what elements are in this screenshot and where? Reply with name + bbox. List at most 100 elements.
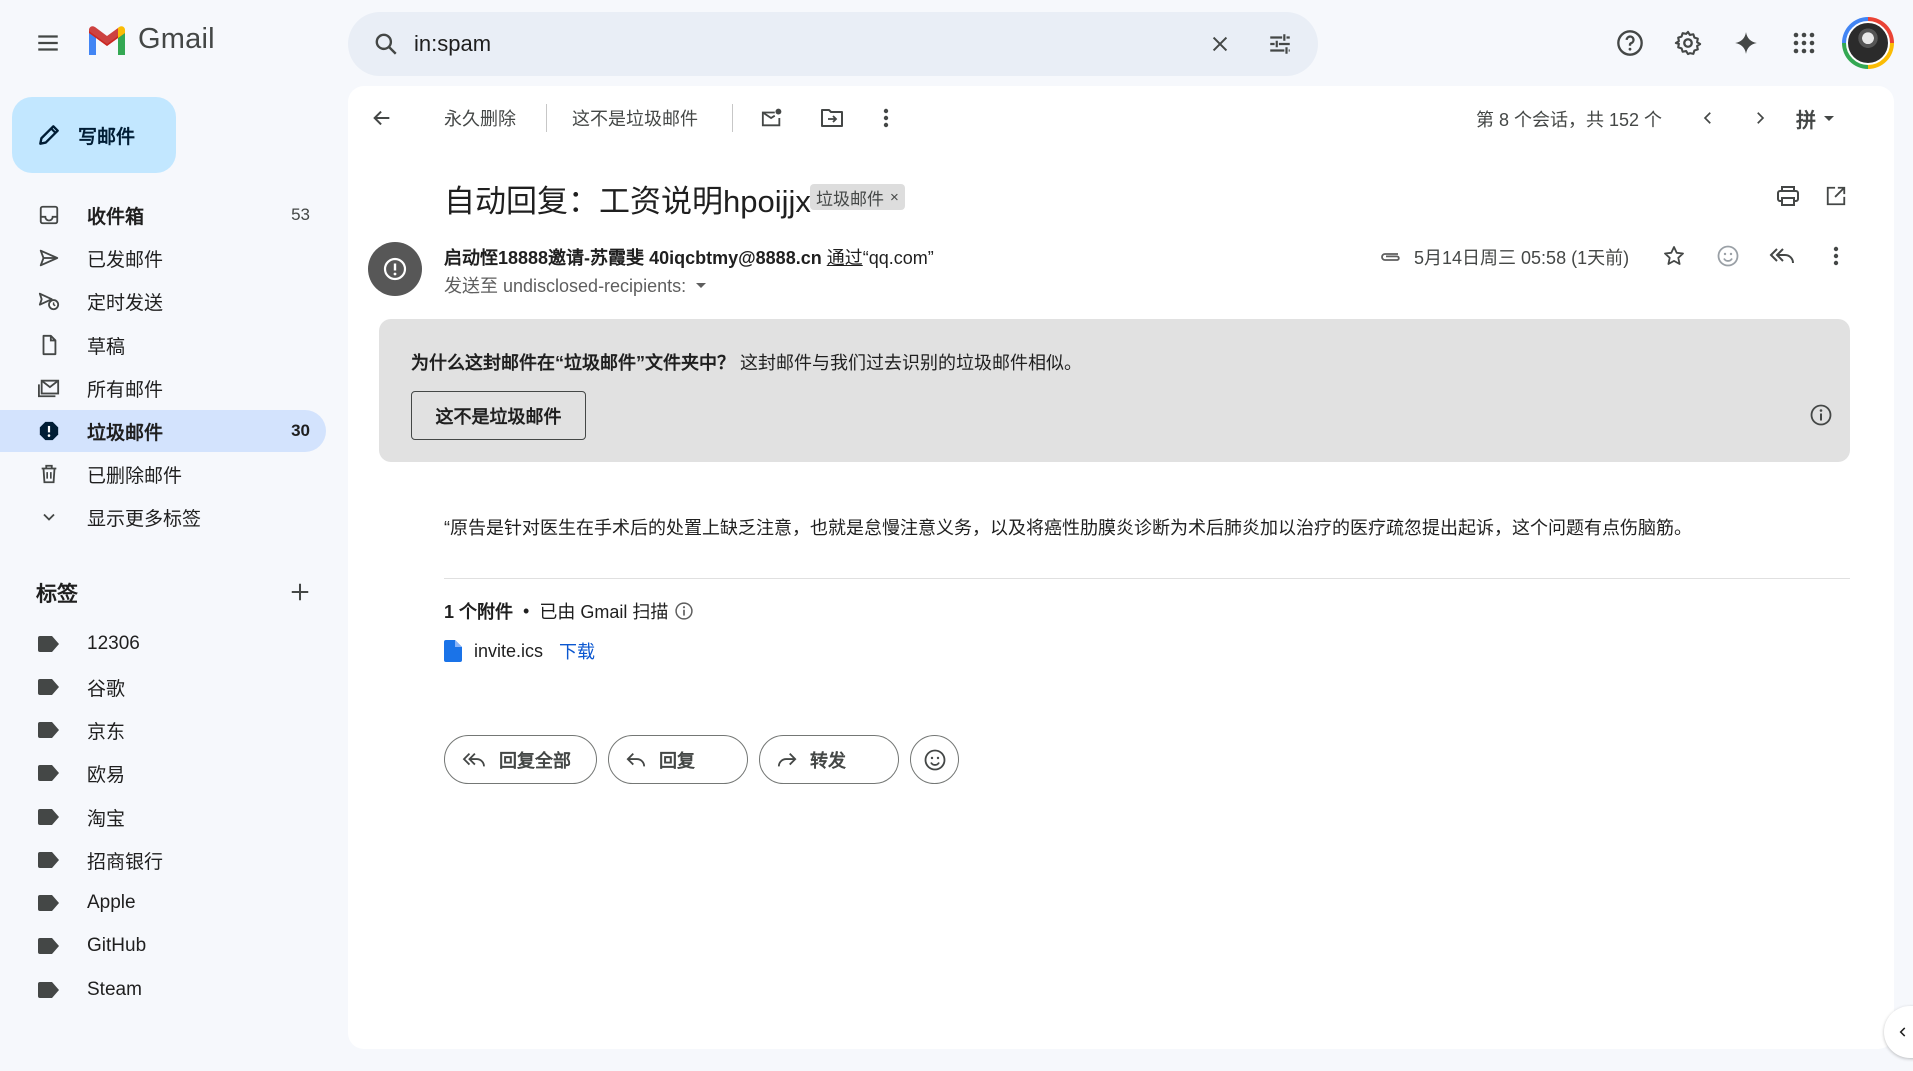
emoji-icon [924, 749, 945, 770]
spam-label-chip: 垃圾邮件 × [810, 184, 905, 210]
label-tag-icon [37, 978, 61, 1002]
recipient-line[interactable]: 发送至 undisclosed-recipients: [444, 272, 708, 298]
print-all-button[interactable] [1766, 174, 1810, 218]
via-link[interactable]: 通过 [827, 248, 863, 268]
spam-warning-banner: 为什么这封邮件在“垃圾邮件”文件夹中？ 这封邮件与我们过去识别的垃圾邮件相似。 … [379, 319, 1850, 462]
search-icon [375, 33, 397, 55]
label-item-jd[interactable]: 京东 [0, 709, 326, 751]
move-to-folder-icon [810, 96, 854, 140]
via-domain: “qq.com” [862, 248, 934, 268]
search-button[interactable] [362, 20, 410, 68]
label-item-apple[interactable]: Apple [0, 882, 326, 924]
compose-label: 写邮件 [78, 126, 136, 148]
plus-icon [291, 583, 309, 601]
sidebar-item-trash[interactable]: 已删除邮件 [0, 453, 326, 495]
label-name: 招商银行 [87, 851, 164, 873]
sidebar-item-label: 草稿 [87, 336, 126, 358]
apps-grid-icon [1793, 32, 1815, 54]
label-item-okx[interactable]: 欧易 [0, 752, 326, 794]
input-tool-label: 拼 [1796, 109, 1816, 132]
newer-button[interactable] [1686, 96, 1730, 140]
caret-down-icon [696, 283, 707, 288]
label-name: 京东 [87, 721, 126, 743]
toolbar-divider [546, 104, 547, 132]
back-to-spam-button[interactable] [360, 96, 404, 140]
reply-all-icon-button[interactable] [1760, 234, 1804, 278]
open-in-new-window-button[interactable] [1814, 174, 1858, 218]
reply-label: 回复 [659, 750, 695, 771]
create-label-button[interactable] [276, 568, 324, 616]
sidebar-item-label: 定时发送 [87, 292, 164, 314]
label-item-taobao[interactable]: 淘宝 [0, 796, 326, 838]
not-spam-toolbar-button[interactable]: 这不是垃圾邮件 [572, 96, 698, 140]
more-actions-button[interactable] [864, 96, 908, 140]
label-item-cmb[interactable]: 招商银行 [0, 839, 326, 881]
label-item-12306[interactable]: 12306 [0, 623, 326, 665]
info-icon[interactable] [674, 601, 694, 621]
star-button[interactable] [1652, 234, 1696, 278]
sidebar-item-spam[interactable]: 垃圾邮件 30 [0, 410, 326, 452]
label-item-github[interactable]: GitHub [0, 925, 326, 967]
help-icon [1617, 30, 1643, 56]
sidebar-item-label: 垃圾邮件 [87, 422, 164, 444]
clear-search-button[interactable] [1196, 20, 1244, 68]
sidebar-item-sent[interactable]: 已发邮件 [0, 237, 326, 279]
emoji-reaction-button[interactable] [910, 735, 959, 784]
sidebar-item-drafts[interactable]: 草稿 [0, 324, 326, 366]
reply-button[interactable]: 回复 [608, 735, 748, 784]
search-input[interactable] [406, 12, 1166, 76]
not-spam-button[interactable]: 这不是垃圾邮件 [411, 391, 586, 440]
unread-count: 53 [291, 205, 310, 224]
gmail-logo[interactable]: Gmail [86, 23, 215, 56]
input-tools-button[interactable]: 拼 [1796, 96, 1836, 140]
add-reaction-button[interactable] [1706, 234, 1750, 278]
send-icon [37, 246, 61, 270]
banner-info-button[interactable] [1799, 393, 1843, 437]
sender-email[interactable]: 40iqcbtmy@8888.cn [649, 248, 822, 268]
sender-line: 启动恎18888邀请-苏霞斐 40iqcbtmy@8888.cn 通过“qq.c… [444, 244, 934, 270]
sidebar-item-scheduled[interactable]: 定时发送 [0, 280, 326, 322]
main-menu-button[interactable] [24, 19, 72, 67]
sidebar-item-inbox[interactable]: 收件箱 53 [0, 194, 326, 236]
label-tag-icon [37, 934, 61, 958]
settings-button[interactable] [1664, 19, 1712, 67]
older-button[interactable] [1738, 96, 1782, 140]
gmail-m-icon [89, 25, 125, 55]
label-name: GitHub [87, 935, 147, 956]
spam-reason-heading: 为什么这封邮件在“垃圾邮件”文件夹中？ [411, 353, 735, 373]
search-options-button[interactable] [1256, 20, 1304, 68]
info-icon [1810, 404, 1832, 426]
delete-forever-button[interactable]: 永久删除 [444, 96, 516, 140]
avatar-image [1846, 21, 1890, 65]
attachment-clip-icon [1381, 253, 1400, 261]
scan-status: 已由 Gmail 扫描 [539, 602, 669, 622]
forward-button[interactable]: 转发 [759, 735, 899, 784]
support-button[interactable] [1606, 19, 1654, 67]
sidebar-item-label: 收件箱 [87, 206, 145, 228]
emoji-icon [1717, 245, 1739, 267]
reply-all-button[interactable]: 回复全部 [444, 735, 597, 784]
draft-icon [37, 333, 61, 357]
sender-name[interactable]: 启动恎18888邀请-苏霞斐 [444, 248, 644, 268]
forward-label: 转发 [810, 750, 846, 771]
not-spam-label: 这不是垃圾邮件 [572, 109, 698, 129]
sender-avatar[interactable] [368, 242, 422, 296]
sidebar-item-more-labels[interactable]: 显示更多标签 [0, 496, 326, 538]
message-more-button[interactable] [1814, 234, 1858, 278]
label-item-steam[interactable]: Steam [0, 969, 326, 1011]
account-avatar[interactable] [1842, 17, 1894, 69]
attachments-heading: 1 个附件 • 已由 Gmail 扫描 [444, 598, 694, 624]
remove-label-button[interactable]: × [890, 189, 899, 206]
move-to-button[interactable] [810, 96, 854, 140]
gemini-button[interactable] [1722, 19, 1770, 67]
attachment-item: invite.ics 下载 [444, 638, 595, 664]
download-link[interactable]: 下载 [559, 638, 595, 664]
label-item-google[interactable]: 谷歌 [0, 666, 326, 708]
apps-button[interactable] [1780, 19, 1828, 67]
attachment-filename[interactable]: invite.ics [474, 641, 543, 662]
label-tag-icon [37, 848, 61, 872]
compose-button[interactable]: 写邮件 [12, 97, 176, 173]
sidebar-item-all-mail[interactable]: 所有邮件 [0, 367, 326, 409]
mark-unread-button[interactable] [750, 96, 794, 140]
search-bar [348, 12, 1318, 76]
